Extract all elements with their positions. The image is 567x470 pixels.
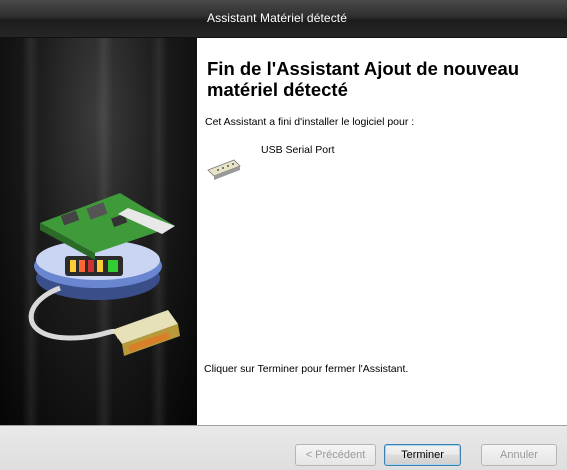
wizard-window: Assistant Matériel détecté Fin de l'Assi… bbox=[0, 0, 567, 470]
page-title: Fin de l'Assistant Ajout de nouveau maté… bbox=[207, 58, 520, 100]
device-name: USB Serial Port bbox=[261, 144, 335, 156]
button-bar: < Précédent Terminer Annuler bbox=[0, 425, 567, 470]
window-title: Assistant Matériel détecté bbox=[207, 11, 347, 25]
serial-port-icon bbox=[207, 159, 241, 180]
title-bar: Assistant Matériel détecté bbox=[0, 0, 567, 38]
finish-instruction: Cliquer sur Terminer pour fermer l'Assis… bbox=[204, 363, 409, 375]
content-area: Fin de l'Assistant Ajout de nouveau maté… bbox=[197, 38, 567, 425]
cancel-button[interactable]: Annuler bbox=[481, 444, 557, 466]
previous-button[interactable]: < Précédent bbox=[295, 444, 376, 466]
finish-button[interactable]: Terminer bbox=[384, 444, 461, 466]
side-panel bbox=[0, 38, 197, 425]
hardware-wizard-illustration bbox=[28, 193, 180, 356]
completion-message: Cet Assistant a fini d'installer le logi… bbox=[205, 116, 415, 128]
